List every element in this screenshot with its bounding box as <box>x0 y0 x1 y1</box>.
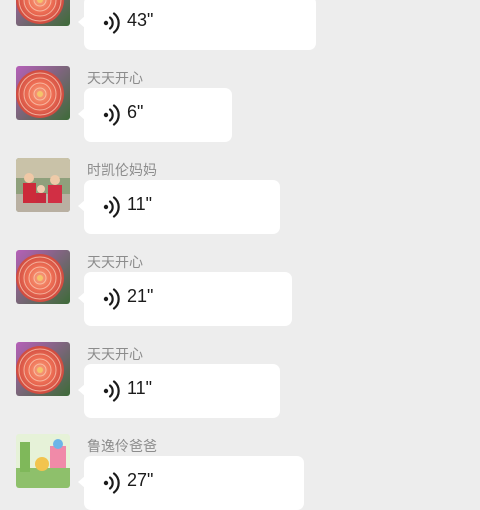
avatar[interactable] <box>16 342 70 396</box>
sender-name: 鲁逸伶爸爸 <box>87 439 157 455</box>
voice-message-bubble[interactable]: 6" <box>78 88 232 142</box>
voice-wave-icon <box>103 380 120 402</box>
voice-wave-icon <box>103 12 120 34</box>
voice-message-bubble[interactable]: 11" <box>78 180 280 234</box>
family-photo-icon <box>16 158 70 212</box>
voice-wave-icon <box>103 196 120 218</box>
voice-duration: 21" <box>127 286 154 306</box>
dahlia-flower-icon <box>16 66 70 120</box>
sender-name: 天天开心 <box>87 71 143 87</box>
voice-message-bubble[interactable]: 27" <box>78 456 304 510</box>
voice-duration: 6" <box>127 102 144 122</box>
sender-name: 时凯伦妈妈 <box>87 163 157 179</box>
voice-duration: 27" <box>127 470 154 490</box>
voice-duration: 11" <box>127 194 153 214</box>
sender-name: 天天开心 <box>87 255 143 271</box>
voice-wave-icon <box>103 288 120 310</box>
voice-wave-icon <box>103 104 120 126</box>
avatar[interactable] <box>16 158 70 212</box>
voice-message-bubble[interactable]: 21" <box>78 272 292 326</box>
voice-message-bubble[interactable]: 11" <box>78 364 280 418</box>
voice-wave-icon <box>103 472 120 494</box>
dahlia-flower-icon <box>16 0 70 26</box>
avatar[interactable] <box>16 0 70 26</box>
voice-message-bubble[interactable]: 43" <box>78 0 316 50</box>
avatar[interactable] <box>16 66 70 120</box>
voice-duration: 43" <box>127 10 154 30</box>
dahlia-flower-icon <box>16 250 70 304</box>
sender-name: 天天开心 <box>87 347 143 363</box>
dahlia-flower-icon <box>16 342 70 396</box>
avatar[interactable] <box>16 250 70 304</box>
voice-duration: 11" <box>127 378 153 398</box>
